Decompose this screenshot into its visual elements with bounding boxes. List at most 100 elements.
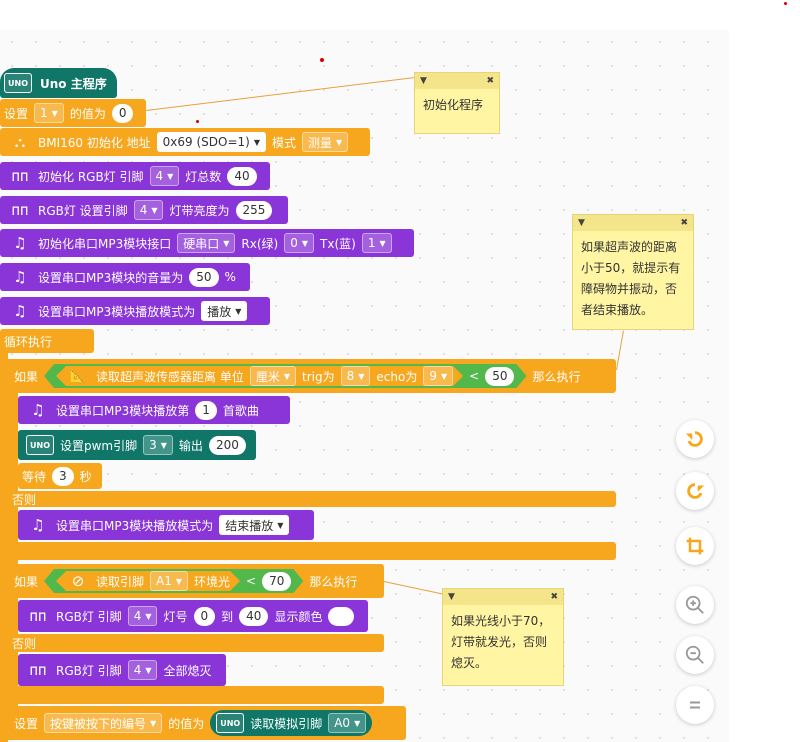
zoom-out-button[interactable]: [676, 636, 714, 674]
mp3-volume-block[interactable]: ♫ 设置串口MP3模块的音量为 50 %: [0, 263, 250, 291]
volume-input[interactable]: 50: [189, 267, 219, 287]
mode-dropdown[interactable]: 测量 ▼: [302, 132, 349, 152]
if-block[interactable]: 如果 ⊘ 读取引脚 A1 ▼ 环境光 < 70 那么执行: [6, 564, 384, 598]
undo-button[interactable]: [676, 420, 714, 458]
value-label: 的值为: [69, 106, 106, 121]
if-end-bar: [6, 542, 616, 560]
mp3-init-block[interactable]: ♫ 初始化串口MP3模块接口 硬串口 ▼ Rx(绿) 0 ▼ Tx(蓝) 1 ▼: [0, 229, 414, 257]
mp3-stop-block[interactable]: ♫ 设置串口MP3模块播放模式为 结束播放 ▼: [18, 510, 314, 540]
light-threshold-input[interactable]: 70: [262, 572, 291, 591]
music-note-icon: ♫: [31, 401, 45, 419]
if-label: 如果: [14, 369, 39, 384]
rgb-off-block[interactable]: ᴨᴨ RGB灯 引脚 4 ▼ 全部熄灭: [18, 654, 226, 686]
comment-note[interactable]: ▼ ✖ 如果超声波的距离小于50，就提示有障碍物并振动，否者结束播放。: [572, 214, 694, 330]
color-picker[interactable]: [328, 606, 355, 626]
read-analog-block[interactable]: UNO 读取模拟引脚 A0 ▼: [210, 710, 373, 736]
collapse-icon[interactable]: ▼: [448, 587, 455, 608]
rgb-init-block[interactable]: ᴨᴨ 初始化 RGB灯 引脚 4 ▼ 灯总数 40: [0, 162, 270, 190]
mp3-play-block[interactable]: ♫ 设置串口MP3模块播放第 1 首歌曲: [18, 396, 290, 424]
pin-dropdown[interactable]: 4 ▼: [149, 166, 180, 186]
pwm-value-input[interactable]: 200: [208, 435, 246, 455]
comment-connector: [146, 77, 415, 111]
unit-dropdown[interactable]: 厘米 ▼: [250, 366, 296, 386]
else-label-wrap: 否则: [8, 489, 40, 509]
stop-mode-dropdown[interactable]: 结束播放 ▼: [219, 515, 290, 535]
blocks-workspace[interactable]: UNO Uno 主程序 设置 1 ▼ 的值为 0 ⛬ BMI160 初始化 地址 …: [0, 30, 729, 742]
rgb-show-block[interactable]: ᴨᴨ RGB灯 引脚 4 ▼ 灯号 0 到 40 显示颜色: [18, 600, 368, 632]
address-dropdown[interactable]: 0x69 (SDO=1) ▼: [156, 132, 267, 152]
ultrasonic-condition[interactable]: 📐 读取超声波传感器距离 单位 厘米 ▼ trig为 8 ▼ echo为 9 ▼ < …: [44, 364, 526, 388]
rgb-brightness-block[interactable]: ᴨᴨ RGB灯 设置引脚 4 ▼ 灯带亮度为 255: [0, 196, 288, 224]
variable-dropdown[interactable]: 按键被按下的编号 ▼: [44, 713, 163, 733]
play-mode-dropdown[interactable]: 播放 ▼: [201, 301, 248, 321]
value-input[interactable]: 0: [111, 103, 134, 123]
variable-dropdown[interactable]: 1 ▼: [34, 103, 64, 123]
wait-block[interactable]: 等待 3 秒: [18, 463, 102, 489]
reset-zoom-button[interactable]: [676, 686, 714, 724]
rgb-off-label: RGB灯 引脚: [56, 663, 122, 678]
trig-dropdown[interactable]: 8 ▼: [341, 366, 371, 386]
note-header[interactable]: ▼ ✖: [573, 215, 693, 231]
value-label: 的值为: [168, 716, 205, 731]
distance-input[interactable]: 50: [485, 367, 514, 386]
operator-label: <: [246, 574, 257, 588]
pin-dropdown[interactable]: 4 ▼: [133, 200, 164, 220]
wait-input[interactable]: 3: [52, 466, 74, 486]
count-input[interactable]: 40: [227, 166, 257, 186]
pin-dropdown[interactable]: 4 ▼: [127, 606, 158, 626]
collapse-icon[interactable]: ▼: [420, 71, 427, 92]
close-icon[interactable]: ✖: [550, 587, 558, 608]
uno-board-icon: UNO: [4, 73, 32, 93]
loop-block[interactable]: 循环执行: [0, 329, 94, 353]
bmi160-label: BMI160 初始化 地址: [38, 135, 151, 150]
pin-dropdown[interactable]: 3 ▼: [143, 435, 173, 455]
close-icon[interactable]: ✖: [486, 71, 494, 92]
else-bar: [6, 491, 616, 507]
comment-note[interactable]: ▼ ✖ 如果光线小于70，灯带就发光，否则熄灭。: [442, 588, 564, 686]
serial-port-dropdown[interactable]: 硬串口 ▼: [177, 233, 236, 253]
redo-button[interactable]: [676, 472, 714, 510]
light-condition[interactable]: ⊘ 读取引脚 A1 ▼ 环境光 < 70: [44, 569, 303, 593]
led-strip-icon: ᴨᴨ: [11, 167, 29, 185]
collapse-icon[interactable]: ▼: [578, 213, 585, 234]
rgb-init-label: 初始化 RGB灯 引脚: [38, 169, 144, 184]
if-block[interactable]: 如果 📐 读取超声波传感器距离 单位 厘米 ▼ trig为 8 ▼ echo为 9 ▼…: [6, 359, 616, 393]
to-label: 到: [221, 609, 234, 624]
note-header[interactable]: ▼ ✖: [415, 73, 499, 89]
set-variable-block[interactable]: 设置 1 ▼ 的值为 0: [0, 99, 146, 127]
led-strip-icon: ᴨᴨ: [29, 607, 47, 625]
bmi160-init-block[interactable]: ⛬ BMI160 初始化 地址 0x69 (SDO=1) ▼ 模式 测量 ▼: [0, 128, 370, 156]
track-input[interactable]: 1: [195, 400, 217, 420]
set-label: 设置: [14, 716, 39, 731]
set-label: 设置: [4, 106, 29, 121]
uno-board-icon: UNO: [26, 435, 54, 455]
sensor-label: 环境光: [194, 574, 231, 589]
trig-label: trig为: [302, 369, 335, 384]
to-input[interactable]: 40: [239, 606, 269, 626]
else-label: 否则: [12, 492, 37, 507]
brightness-input[interactable]: 255: [235, 200, 273, 220]
light-sensor-icon: ⊘: [71, 572, 85, 590]
mp3-mode-block[interactable]: ♫ 设置串口MP3模块播放模式为 播放 ▼: [0, 297, 270, 325]
close-icon[interactable]: ✖: [680, 213, 688, 234]
comment-note[interactable]: ▼ ✖ 初始化程序: [414, 72, 500, 134]
pin-dropdown[interactable]: 4 ▼: [127, 660, 158, 680]
analog-pin-dropdown[interactable]: A0 ▼: [328, 713, 367, 733]
zoom-in-button[interactable]: [676, 586, 714, 624]
rgb-bright-label: RGB灯 设置引脚: [38, 203, 128, 218]
note-header[interactable]: ▼ ✖: [443, 589, 563, 605]
echo-dropdown[interactable]: 9 ▼: [423, 366, 453, 386]
mode-label: 模式: [272, 135, 297, 150]
set-key-block[interactable]: 设置 按键被按下的编号 ▼ 的值为 UNO 读取模拟引脚 A0 ▼: [6, 706, 406, 740]
music-note-icon: ♫: [13, 234, 27, 252]
rx-dropdown[interactable]: 0 ▼: [284, 233, 315, 253]
mp3-volume-label: 设置串口MP3模块的音量为: [38, 270, 184, 285]
crop-button[interactable]: [676, 527, 714, 565]
read-pin-block[interactable]: ⊘ 读取引脚 A1 ▼ 环境光: [56, 571, 240, 591]
pwm-block[interactable]: UNO 设置pwm引脚 3 ▼ 输出 200: [18, 430, 256, 460]
analog-pin-dropdown[interactable]: A1 ▼: [150, 571, 188, 591]
ultrasonic-read-block[interactable]: 📐 读取超声波传感器距离 单位 厘米 ▼ trig为 8 ▼ echo为 9 ▼: [56, 366, 463, 386]
from-input[interactable]: 0: [193, 606, 216, 626]
main-program-hat[interactable]: UNO Uno 主程序: [0, 68, 117, 98]
tx-dropdown[interactable]: 1 ▼: [361, 233, 392, 253]
